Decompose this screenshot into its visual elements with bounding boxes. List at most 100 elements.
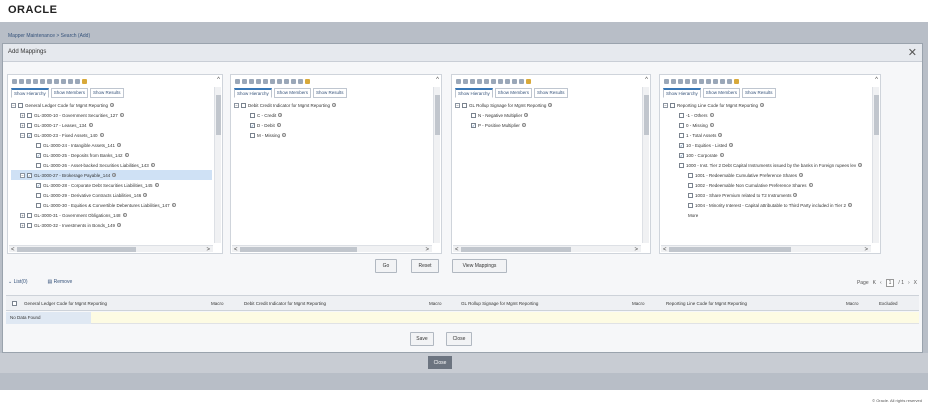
info-icon[interactable]: i xyxy=(154,183,159,187)
tree-node[interactable]: − Debit Credit Indicator for Mgmt Reporti… xyxy=(234,100,431,110)
info-icon[interactable]: i xyxy=(709,113,714,117)
scroll-up-icon[interactable]: ^ xyxy=(645,77,648,83)
tree-node[interactable]: − ✓ GL-3000-23 - Fixed Assets_140 i xyxy=(11,130,212,140)
tree-node[interactable]: + GL-3000-31 - Government Obligations_148… xyxy=(11,210,212,220)
col-excluded[interactable]: Excluded xyxy=(879,301,898,306)
tree-node[interactable]: ✓ 10 - Equities - Listed i xyxy=(663,140,870,150)
list-count[interactable]: ⌄ List(0) xyxy=(8,279,28,285)
toolbar-action-icon[interactable] xyxy=(249,78,254,84)
toolbar-action-icon[interactable] xyxy=(526,78,531,84)
tree-node[interactable]: C - Credit i xyxy=(234,110,431,120)
tree-node[interactable]: ✓ 100 - Corporate i xyxy=(663,150,870,160)
scroll-left-icon[interactable]: < xyxy=(234,247,238,253)
info-icon[interactable]: i xyxy=(332,103,337,107)
info-icon[interactable]: i xyxy=(278,113,283,117)
info-icon[interactable]: i xyxy=(276,123,281,127)
toolbar-action-icon[interactable] xyxy=(82,78,87,84)
toolbar-action-icon[interactable] xyxy=(713,78,718,84)
info-icon[interactable]: i xyxy=(124,153,129,157)
outer-close-button[interactable]: Close xyxy=(428,356,452,369)
toolbar-action-icon[interactable] xyxy=(498,78,503,84)
tree-node[interactable]: M - Missing i xyxy=(234,130,431,140)
info-icon[interactable]: i xyxy=(112,173,117,177)
remove-button[interactable]: ▤ Remove xyxy=(48,279,73,285)
toolbar-action-icon[interactable] xyxy=(685,78,690,84)
node-checkbox[interactable]: ✓ xyxy=(471,122,476,128)
tab-show-results[interactable]: Show Results xyxy=(313,88,347,98)
node-checkbox[interactable] xyxy=(250,112,255,118)
tab-show-members[interactable]: Show Members xyxy=(50,88,89,98)
toolbar-action-icon[interactable] xyxy=(47,78,52,84)
scrollbar-thumb[interactable] xyxy=(669,247,792,252)
info-icon[interactable]: i xyxy=(110,103,115,107)
next-page-icon[interactable]: › xyxy=(908,280,910,286)
node-checkbox[interactable] xyxy=(471,112,476,118)
scroll-up-icon[interactable]: ^ xyxy=(875,77,878,83)
toolbar-action-icon[interactable] xyxy=(484,78,489,84)
tab-show-hierarchy[interactable]: Show Hierarchy xyxy=(663,88,701,98)
tree-node[interactable]: − GL Rollup Signage for Mgmt Reporting i xyxy=(455,100,640,110)
info-icon[interactable]: i xyxy=(719,153,724,157)
toolbar-action-icon[interactable] xyxy=(75,78,80,84)
node-checkbox[interactable]: ✓ xyxy=(27,132,32,138)
toolbar-action-icon[interactable] xyxy=(519,78,524,84)
node-checkbox[interactable] xyxy=(36,192,41,198)
collapse-icon[interactable]: − xyxy=(663,102,668,108)
node-checkbox[interactable] xyxy=(688,202,693,208)
breadcrumb[interactable]: Mapper Maintenance > Search (Add) xyxy=(8,33,90,39)
tree-node[interactable]: 0 - Missing i xyxy=(663,120,870,130)
toolbar-action-icon[interactable] xyxy=(456,78,461,84)
select-all-checkbox[interactable] xyxy=(12,301,17,306)
toolbar-action-icon[interactable] xyxy=(61,78,66,84)
tree-node[interactable]: 1003 - Share Premium related to T2 Instr… xyxy=(663,190,870,200)
tab-show-members[interactable]: Show Members xyxy=(273,88,312,98)
info-icon[interactable]: i xyxy=(99,133,104,137)
vertical-scrollbar[interactable] xyxy=(642,87,649,243)
expand-icon[interactable]: + xyxy=(20,112,25,118)
tree-node[interactable]: 1002 - Redeemable Non Cumulative Prefere… xyxy=(663,180,870,190)
scrollbar-thumb[interactable] xyxy=(216,95,221,135)
node-checkbox[interactable]: ✓ xyxy=(36,152,41,158)
view-mappings-button[interactable]: View Mappings xyxy=(452,259,507,273)
tree-node[interactable]: ✓ P - Positive Multiplier i xyxy=(455,120,640,130)
info-icon[interactable]: i xyxy=(858,163,863,167)
info-icon[interactable]: i xyxy=(729,143,734,147)
info-icon[interactable]: i xyxy=(848,203,852,207)
toolbar-action-icon[interactable] xyxy=(692,78,697,84)
toolbar-action-icon[interactable] xyxy=(12,78,17,84)
tree-node[interactable]: ✓ GL-3000-28 - Corporate Debt Securities … xyxy=(11,180,212,190)
toolbar-action-icon[interactable] xyxy=(727,78,732,84)
tab-show-hierarchy[interactable]: Show Hierarchy xyxy=(455,88,493,98)
vertical-scrollbar[interactable] xyxy=(872,87,879,243)
info-icon[interactable]: i xyxy=(143,193,148,197)
node-checkbox[interactable] xyxy=(670,102,675,108)
page-number-input[interactable]: 1 xyxy=(885,279,895,287)
toolbar-action-icon[interactable] xyxy=(470,78,475,84)
first-page-icon[interactable]: K xyxy=(873,280,876,286)
col-gl-code[interactable]: General Ledger Code for Mgmt Reporting xyxy=(24,301,107,306)
scrollbar-thumb[interactable] xyxy=(461,247,571,252)
tree-node[interactable]: + GL-3000-10 - Government Securities_127 i xyxy=(11,110,212,120)
node-checkbox[interactable] xyxy=(679,112,684,118)
node-checkbox[interactable]: ✓ xyxy=(36,182,41,188)
info-icon[interactable]: i xyxy=(793,193,798,197)
reset-button[interactable]: Reset xyxy=(411,259,439,273)
expand-icon[interactable]: + xyxy=(20,212,25,218)
tab-show-members[interactable]: Show Members xyxy=(702,88,741,98)
go-button[interactable]: Go xyxy=(375,259,397,273)
tree-node[interactable]: N - Negative Multiplier i xyxy=(455,110,640,120)
tree-node[interactable]: − General Ledger Code for Mgmt Reporting i xyxy=(11,100,212,110)
tab-show-results[interactable]: Show Results xyxy=(534,88,568,98)
prev-page-icon[interactable]: ‹ xyxy=(880,280,882,286)
tab-show-hierarchy[interactable]: Show Hierarchy xyxy=(234,88,272,98)
node-checkbox[interactable] xyxy=(18,102,23,108)
tree-node[interactable]: 1 - Total Assets i xyxy=(663,130,870,140)
node-checkbox[interactable] xyxy=(27,222,32,228)
info-icon[interactable]: i xyxy=(117,223,122,227)
collapse-icon[interactable]: − xyxy=(11,102,16,108)
info-icon[interactable]: i xyxy=(122,213,127,217)
toolbar-action-icon[interactable] xyxy=(477,78,482,84)
info-icon[interactable]: i xyxy=(718,133,723,137)
tree-node[interactable]: + GL-3000-32 - Investments in Bonds_149 i xyxy=(11,220,212,230)
col-reporting-line[interactable]: Reporting Line Code for Mgmt Reporting xyxy=(666,301,747,306)
